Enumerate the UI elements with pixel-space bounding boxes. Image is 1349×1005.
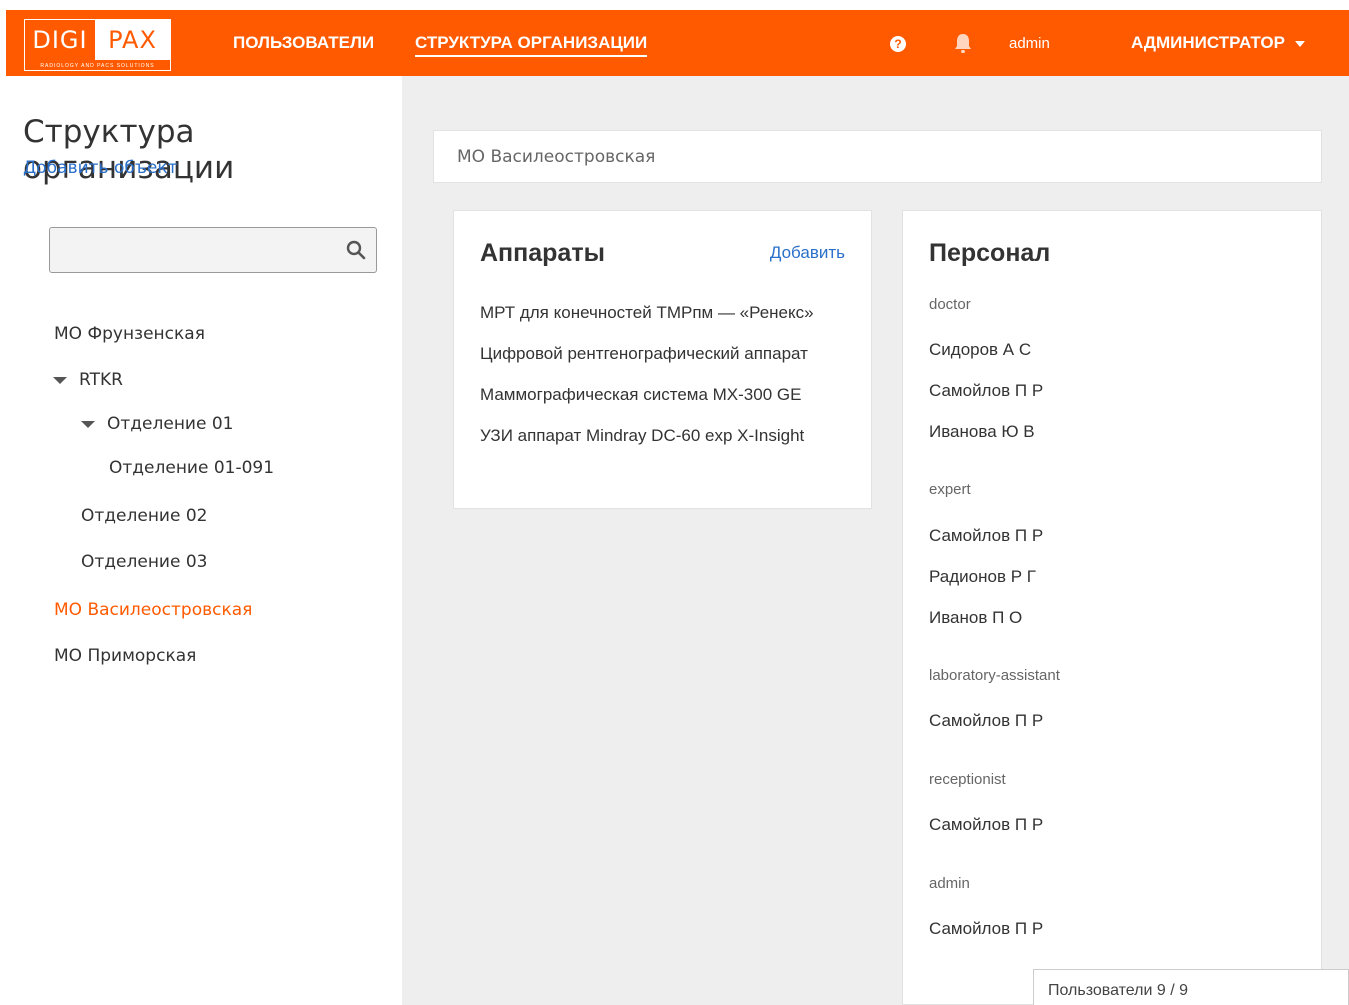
bell-icon[interactable] — [953, 32, 973, 54]
role-label: Администратор — [1131, 33, 1285, 52]
nav-users[interactable]: Пользователи — [233, 32, 374, 54]
staff-person[interactable]: Самойлов П Р — [929, 814, 1043, 836]
staff-person[interactable]: Самойлов П Р — [929, 710, 1043, 732]
tree-item-mo-frunzenskaya[interactable]: МО Фрунзенская — [54, 323, 205, 345]
main-content: МО Василеостровская Аппараты Добавить МР… — [402, 76, 1349, 1005]
staff-role-label: receptionist — [929, 771, 1006, 788]
devices-card: Аппараты Добавить МРТ для конечностей ТМ… — [453, 210, 872, 509]
device-item[interactable]: МРТ для конечностей ТМРпм — «Ренекс» — [480, 302, 848, 324]
devices-title: Аппараты — [480, 239, 605, 267]
tree-item-label: Отделение 01 — [107, 414, 234, 434]
staff-role-label: laboratory-assistant — [929, 667, 1060, 684]
users-count-badge: Пользователи 9 / 9 — [1033, 969, 1349, 1005]
device-item[interactable]: УЗИ аппарат Mindray DC-60 exp X-Insight — [480, 425, 848, 447]
staff-person[interactable]: Самойлов П Р — [929, 380, 1043, 402]
tree-item-label: МО Василеостровская — [54, 600, 253, 620]
sidebar: Структура организации Добавить объект МО… — [0, 76, 402, 1005]
digipax-logo[interactable]: DIGI PAX RADIOLOGY AND PACS SOLUTIONS — [24, 19, 171, 71]
tree-item-rtkr[interactable]: RTKR — [53, 369, 123, 391]
nav-organization-structure[interactable]: Структура организации — [415, 32, 648, 57]
tree-item-label: МО Фрунзенская — [54, 324, 205, 344]
search-icon[interactable] — [346, 240, 366, 260]
staff-person[interactable]: Радионов Р Г — [929, 566, 1036, 588]
tree-item-mo-primorskaya[interactable]: МО Приморская — [54, 645, 196, 667]
role-dropdown[interactable]: Администратор — [1131, 32, 1305, 54]
staff-title: Персонал — [929, 239, 1051, 267]
tree-item-label: Отделение 02 — [81, 506, 208, 526]
staff-person[interactable]: Иванов П О — [929, 607, 1022, 629]
staff-card: Персонал doctor Сидоров А С Самойлов П Р… — [902, 210, 1322, 1005]
tree-item-label: RTKR — [79, 370, 123, 390]
breadcrumb: МО Василеостровская — [433, 130, 1322, 183]
chevron-down-icon — [1294, 40, 1305, 47]
breadcrumb-current: МО Василеостровская — [457, 147, 656, 167]
logo-pax: PAX — [95, 20, 170, 60]
staff-role-label: admin — [929, 875, 970, 892]
tree-item-department-02[interactable]: Отделение 02 — [81, 505, 207, 527]
add-device-link[interactable]: Добавить — [770, 243, 845, 263]
caret-down-icon[interactable] — [53, 376, 67, 384]
staff-person[interactable]: Иванова Ю В — [929, 421, 1035, 443]
tree-search[interactable] — [49, 227, 377, 273]
tree-item-label: Отделение 01-091 — [109, 458, 275, 478]
add-object-link[interactable]: Добавить объект — [23, 158, 178, 178]
tree-item-label: Отделение 03 — [81, 552, 208, 572]
device-item[interactable]: Цифровой рентгенографический аппарат — [480, 343, 848, 365]
staff-person[interactable]: Сидоров А С — [929, 339, 1031, 361]
staff-person[interactable]: Самойлов П Р — [929, 525, 1043, 547]
device-item[interactable]: Маммографическая система MX-300 GE — [480, 384, 848, 406]
staff-person[interactable]: Самойлов П Р — [929, 918, 1043, 940]
tree-item-department-03[interactable]: Отделение 03 — [81, 551, 207, 573]
staff-role-label: doctor — [929, 296, 971, 313]
tree-item-department-01-091[interactable]: Отделение 01-091 — [109, 457, 274, 479]
top-nav-bar: DIGI PAX RADIOLOGY AND PACS SOLUTIONS По… — [6, 10, 1349, 76]
tree-item-department-01[interactable]: Отделение 01 — [81, 413, 233, 435]
caret-down-icon[interactable] — [81, 420, 95, 428]
logo-subtitle: RADIOLOGY AND PACS SOLUTIONS — [40, 63, 155, 69]
staff-role-label: expert — [929, 481, 971, 498]
current-user-name: admin — [1009, 35, 1050, 52]
tree-item-label: МО Приморская — [54, 646, 197, 666]
logo-digi: DIGI — [25, 20, 95, 60]
question-circle-icon[interactable]: ? — [890, 36, 906, 52]
tree-item-mo-vasileostrovskaya[interactable]: МО Василеостровская — [54, 599, 252, 621]
search-input[interactable] — [50, 228, 340, 272]
